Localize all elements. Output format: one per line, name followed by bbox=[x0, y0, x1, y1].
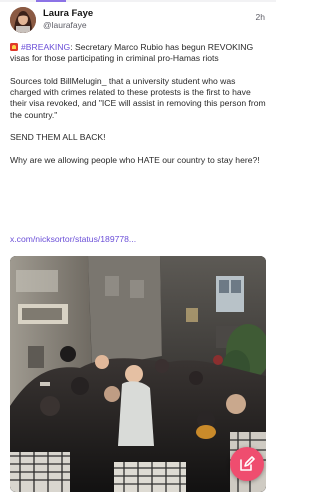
hashtag-link[interactable]: #BREAKING bbox=[21, 42, 70, 52]
compose-button[interactable] bbox=[230, 447, 264, 481]
compose-icon bbox=[240, 456, 255, 471]
post-timestamp: 2h bbox=[255, 12, 265, 22]
post-image[interactable] bbox=[10, 256, 266, 492]
post-card: Laura Faye @laurafaye 2h #BREAKING: Secr… bbox=[0, 0, 276, 500]
post-paragraph: SEND THEM ALL BACK! bbox=[10, 132, 106, 143]
post-body: #BREAKING: Secretary Marco Rubio has beg… bbox=[10, 42, 268, 166]
siren-icon bbox=[10, 43, 18, 51]
author-name[interactable]: Laura Faye bbox=[43, 8, 93, 19]
post-paragraph: #BREAKING: Secretary Marco Rubio has beg… bbox=[10, 42, 268, 65]
avatar[interactable] bbox=[10, 7, 36, 33]
tab-indicator bbox=[36, 0, 66, 2]
post-paragraph: Sources told BillMelugin_ that a univers… bbox=[10, 75, 266, 120]
post-paragraph: Why are we allowing people who HATE our … bbox=[10, 154, 260, 165]
author-handle[interactable]: @laurafaye bbox=[43, 20, 87, 30]
post-link[interactable]: x.com/nicksortor/status/189778... bbox=[10, 234, 136, 244]
